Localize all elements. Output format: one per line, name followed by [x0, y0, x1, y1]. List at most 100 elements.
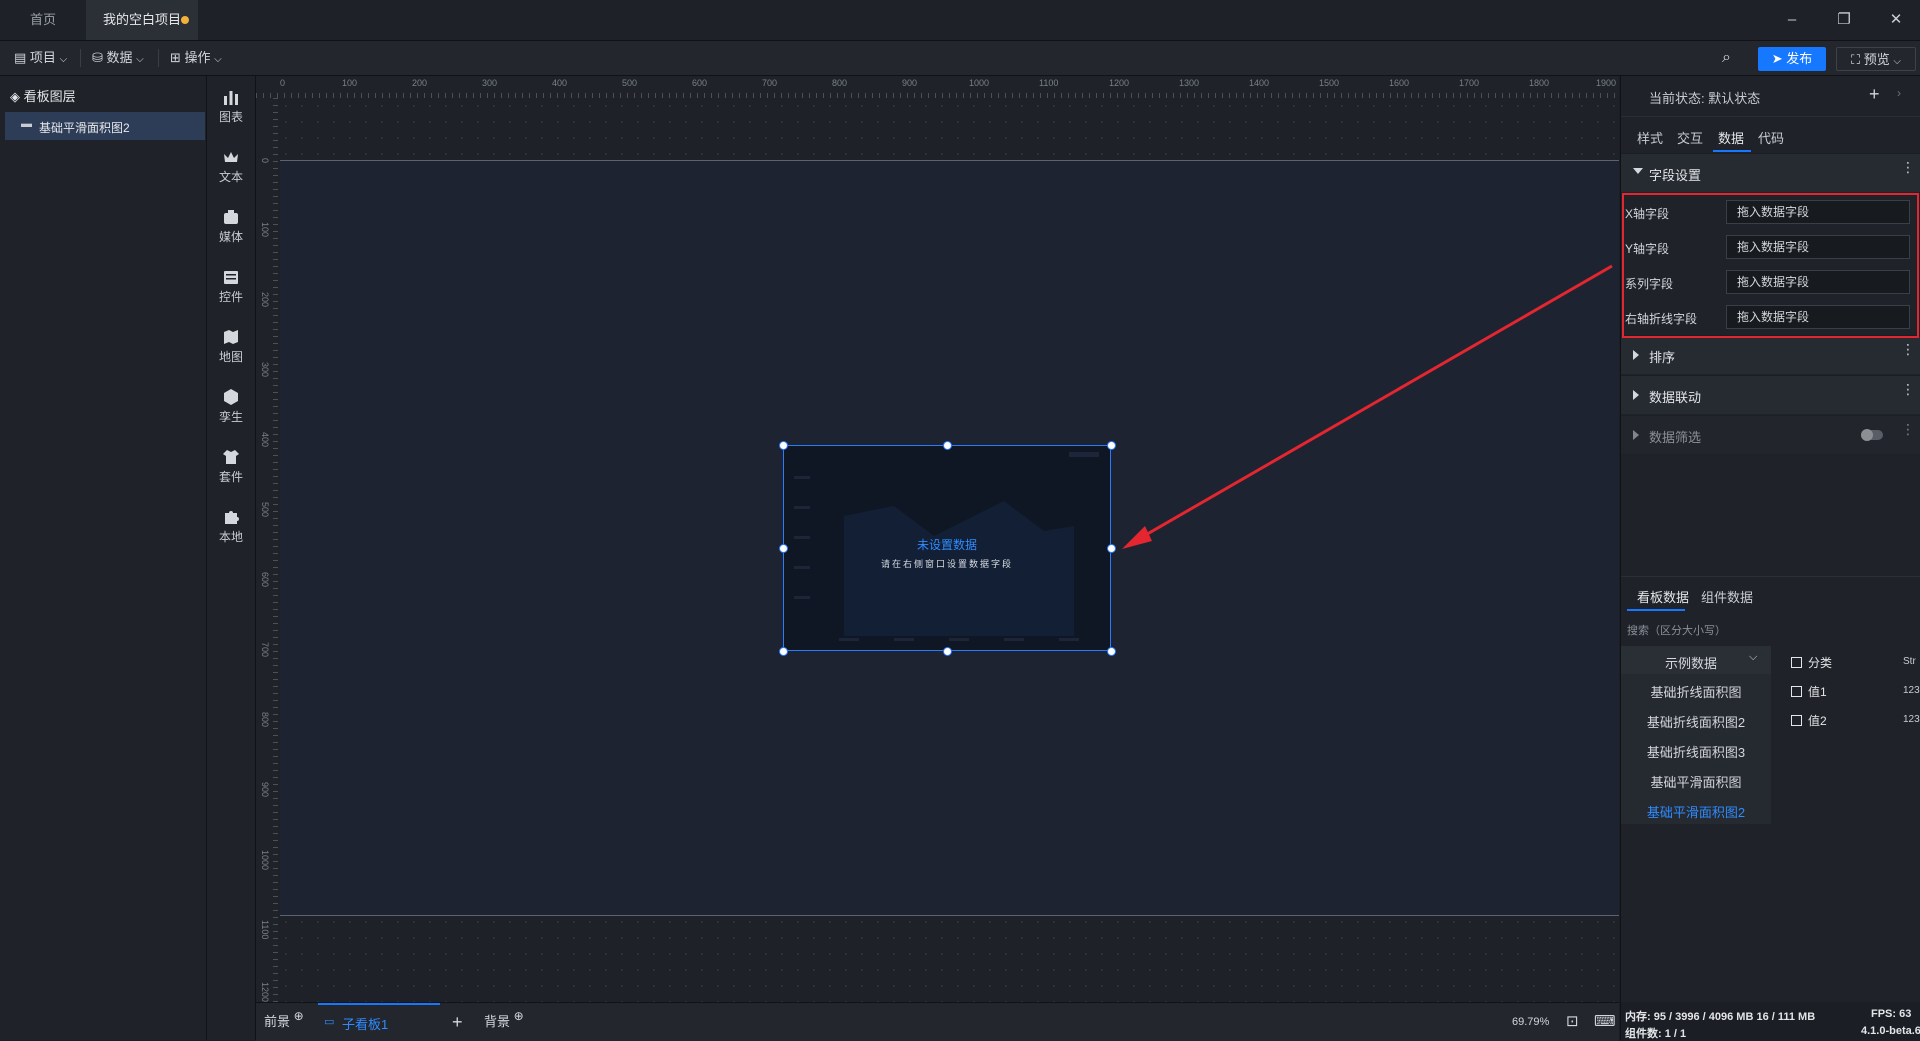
- section-field-settings-label: 字段设置: [1649, 168, 1702, 183]
- chevron-down-icon: ⌵: [59, 54, 68, 65]
- data-field-name: 值2: [1808, 714, 1827, 728]
- resize-handle[interactable]: [779, 441, 788, 450]
- zoom-level[interactable]: 69.79%: [1512, 1003, 1549, 1041]
- tab-component-data[interactable]: 组件数据: [1701, 587, 1753, 606]
- resize-handle[interactable]: [943, 647, 952, 656]
- file-icon: ▤: [14, 50, 27, 65]
- more-icon[interactable]: ⋮: [1901, 342, 1915, 356]
- filter-toggle[interactable]: [1861, 429, 1883, 441]
- data-field-row[interactable]: 值2: [1791, 712, 1827, 729]
- ruler-label: 500: [622, 78, 638, 88]
- annotation-arrow: [1122, 264, 1613, 549]
- search-icon[interactable]: ⌕: [1722, 49, 1731, 67]
- media-icon: [224, 210, 238, 224]
- add-circle-icon[interactable]: ⊕: [294, 1009, 304, 1023]
- publish-button[interactable]: ➤ 发布: [1758, 47, 1826, 71]
- checkbox[interactable]: [1791, 686, 1802, 697]
- rail-media[interactable]: 媒体: [207, 208, 255, 245]
- ruler-label: 1600: [1389, 78, 1410, 88]
- rail-map[interactable]: 地图: [207, 328, 255, 365]
- menu-data[interactable]: ⛁ 数据 ⌵: [92, 41, 144, 75]
- menu-operate[interactable]: ⊞ 操作 ⌵: [170, 41, 222, 75]
- highlight-box: [1622, 193, 1919, 338]
- tab-data[interactable]: 数据: [1718, 128, 1744, 147]
- add-board-button[interactable]: +: [452, 1003, 463, 1041]
- background-tab[interactable]: 背景 ⊕: [484, 1003, 524, 1041]
- menu-project[interactable]: ▤ 项目 ⌵: [14, 41, 67, 75]
- add-circle-icon[interactable]: ⊕: [514, 1009, 524, 1023]
- rail-control-label: 控件: [218, 290, 243, 304]
- preview-label: 预览: [1863, 52, 1890, 67]
- minimize-button[interactable]: –: [1780, 8, 1804, 32]
- unsaved-dot: [181, 16, 189, 24]
- menu-data-label: 数据: [106, 50, 133, 65]
- state-row: 当前状态: 默认状态 + ›: [1621, 76, 1920, 117]
- rail-text-label: 文本: [218, 170, 243, 184]
- rail-text[interactable]: 文本: [207, 148, 255, 185]
- subboard-tab[interactable]: ▭ 子看板1: [318, 1003, 440, 1041]
- tab-style[interactable]: 样式: [1637, 128, 1663, 147]
- fit-screen-icon[interactable]: ⊡: [1566, 1003, 1579, 1041]
- subboard-label: 子看板1: [342, 1017, 389, 1032]
- tab-home[interactable]: 首页: [0, 0, 86, 40]
- data-field-row[interactable]: 分类: [1791, 654, 1832, 671]
- checkbox[interactable]: [1791, 657, 1802, 668]
- ruler-label: 100: [342, 78, 358, 88]
- ruler-label: 1700: [1459, 78, 1480, 88]
- chevron-right-icon[interactable]: ›: [1897, 86, 1901, 100]
- more-icon[interactable]: ⋮: [1901, 160, 1915, 174]
- data-field-row[interactable]: 值1: [1791, 683, 1827, 700]
- data-source-item[interactable]: 基础折线面积图2: [1621, 712, 1771, 731]
- rail-control[interactable]: 控件: [207, 268, 255, 305]
- ruler-horizontal: 0 100 200 300 400 500 600 700 800 900 10…: [256, 76, 1619, 99]
- data-source-list: 示例数据 ⌵ 基础折线面积图 基础折线面积图2 基础折线面积图3 基础平滑面积图…: [1621, 646, 1771, 824]
- area-chart-widget[interactable]: 未设置数据 请在右侧窗口设置数据字段: [783, 445, 1111, 651]
- resize-handle[interactable]: [943, 441, 952, 450]
- data-source-item-selected[interactable]: 基础平滑面积图2: [1621, 802, 1771, 821]
- close-button[interactable]: ✕: [1884, 8, 1908, 32]
- preview-button[interactable]: ⛶ 预览 ⌵: [1836, 47, 1916, 71]
- layer-item-label: 基础平滑面积图2: [39, 121, 130, 135]
- chevron-down-icon: ⌵: [136, 54, 144, 65]
- current-state[interactable]: 当前状态: 默认状态: [1649, 88, 1760, 107]
- rail-chart[interactable]: 图表: [207, 88, 255, 125]
- layer-item[interactable]: ▬ 基础平滑面积图2: [5, 112, 205, 140]
- section-sort[interactable]: 排序 ⋮: [1621, 335, 1920, 374]
- puzzle-icon: [225, 511, 239, 524]
- restore-button[interactable]: ❐: [1832, 8, 1856, 32]
- data-search-input[interactable]: 搜索（区分大小写）: [1627, 622, 1726, 638]
- ruler-label: 1900: [1596, 78, 1617, 88]
- section-data-filter-label: 数据筛选: [1649, 430, 1702, 445]
- resize-handle[interactable]: [1107, 647, 1116, 656]
- resize-handle[interactable]: [779, 647, 788, 656]
- data-source-item[interactable]: 基础平滑面积图: [1621, 772, 1771, 791]
- section-data-filter[interactable]: 数据筛选 ⋮: [1621, 415, 1920, 454]
- resize-handle[interactable]: [779, 544, 788, 553]
- ruler-label: 600: [260, 572, 270, 588]
- component-rail: 图表 文本 媒体 控件 地图 孪生 套件 本地: [207, 76, 256, 1040]
- caret-right-icon: [1633, 430, 1639, 440]
- section-data-linkage[interactable]: 数据联动 ⋮: [1621, 375, 1920, 414]
- section-field-settings[interactable]: 字段设置 ⋮: [1621, 153, 1920, 192]
- more-icon[interactable]: ⋮: [1901, 422, 1915, 436]
- tab-code[interactable]: 代码: [1758, 128, 1784, 147]
- ruler-label: 300: [482, 78, 498, 88]
- active-tab-indicator: [1713, 150, 1751, 152]
- rail-suite[interactable]: 套件: [207, 448, 255, 485]
- more-icon[interactable]: ⋮: [1901, 382, 1915, 396]
- rail-twin[interactable]: 孪生: [207, 388, 255, 425]
- toolbar: ▤ 项目 ⌵ ⛁ 数据 ⌵ ⊞ 操作 ⌵ ⌕ ➤ 发布 ⛶ 预览 ⌵: [0, 41, 1920, 76]
- data-group-label: 示例数据: [1665, 656, 1718, 671]
- data-source-item[interactable]: 基础折线面积图: [1621, 682, 1771, 701]
- monitor-icon: ▭: [324, 1016, 335, 1028]
- checkbox[interactable]: [1791, 715, 1802, 726]
- foreground-tab[interactable]: 前景 ⊕: [264, 1003, 304, 1041]
- rail-local[interactable]: 本地: [207, 508, 255, 545]
- data-group-header[interactable]: 示例数据 ⌵: [1621, 646, 1771, 674]
- tab-interaction[interactable]: 交互: [1677, 128, 1703, 147]
- add-state-icon[interactable]: +: [1869, 84, 1880, 105]
- tab-board-data[interactable]: 看板数据: [1637, 587, 1689, 606]
- keyboard-icon[interactable]: ⌨: [1594, 1003, 1616, 1041]
- caret-right-icon: [1633, 390, 1639, 400]
- data-source-item[interactable]: 基础折线面积图3: [1621, 742, 1771, 761]
